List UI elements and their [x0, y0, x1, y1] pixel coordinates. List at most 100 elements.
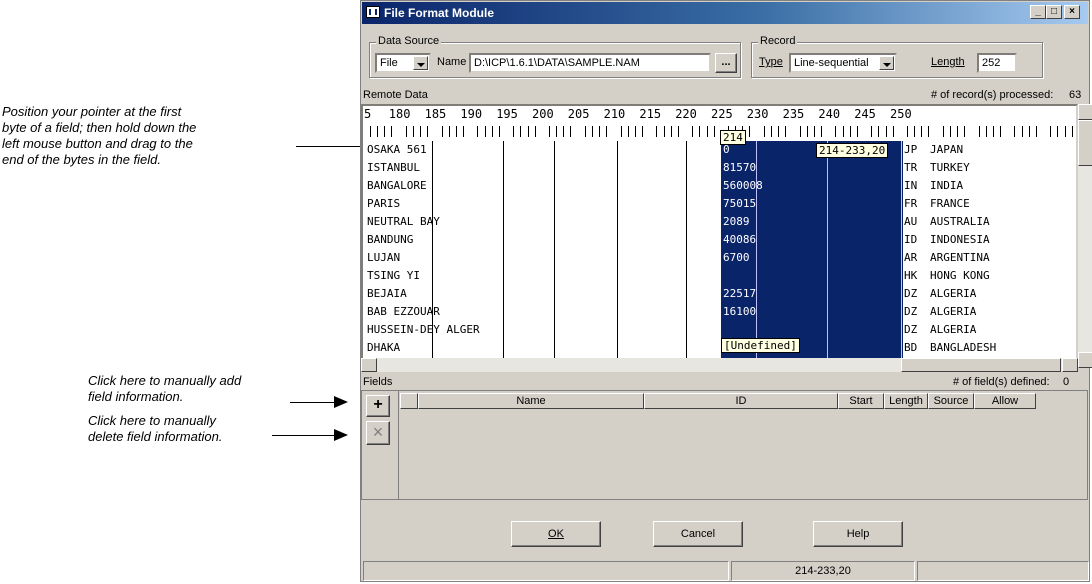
ruler-number: 185 — [424, 107, 447, 121]
help-button[interactable]: Help — [813, 521, 903, 547]
ruler-number: 195 — [496, 107, 518, 121]
source-type-select[interactable]: File — [375, 53, 431, 73]
ruler-tick — [813, 126, 815, 137]
row-country-code: AU — [904, 215, 918, 228]
vertical-scrollbar[interactable] — [1078, 104, 1092, 368]
delete-field-button[interactable]: × — [366, 421, 390, 445]
column-gridline — [686, 141, 687, 366]
add-field-button[interactable]: + — [366, 395, 390, 417]
record-type-value: Line-sequential — [794, 57, 869, 69]
callout-add-field: Click here to manually add field informa… — [88, 373, 242, 404]
ruler-tick — [520, 126, 522, 137]
column-header-length[interactable]: Length — [884, 393, 928, 409]
ruler-tick — [749, 126, 751, 137]
ruler-number: 5 — [364, 107, 372, 121]
row-country: ALGERIA — [930, 323, 977, 336]
row-country: BANGLADESH — [930, 341, 997, 354]
ruler-tick — [620, 126, 622, 137]
ruler-tick — [556, 126, 558, 137]
row-postal-code: 6700 — [723, 251, 750, 264]
row-country: TURKEY — [930, 161, 970, 174]
ruler-tick — [441, 126, 443, 137]
ruler-tick — [549, 126, 550, 137]
chevron-down-icon[interactable] — [879, 56, 894, 70]
undefined-tooltip: [Undefined] — [721, 338, 800, 353]
cancel-button[interactable]: Cancel — [653, 521, 743, 547]
horizontal-scrollbar[interactable] — [361, 358, 1078, 372]
row-city: ISTANBUL — [367, 161, 420, 174]
ruler-tick — [427, 126, 429, 137]
fields-panel: + × Name ID Start Length Source Allow — [361, 390, 1088, 500]
ruler-tick — [849, 126, 851, 137]
row-city: NEUTRAL BAY — [367, 215, 440, 228]
scroll-right-button[interactable] — [1062, 358, 1078, 372]
ruler-tick — [1071, 126, 1073, 137]
data-source-label: Data Source — [376, 35, 442, 47]
row-country: INDIA — [930, 179, 964, 192]
ruler-tick — [957, 126, 959, 137]
callout-arrowhead-delete — [334, 429, 348, 441]
horizontal-scroll-thumb[interactable] — [901, 358, 1061, 372]
ruler-tick — [692, 126, 694, 137]
scroll-left-button[interactable] — [361, 358, 377, 372]
row-country-code: DZ — [904, 323, 918, 336]
app-icon — [366, 6, 380, 18]
ruler-tick — [985, 126, 987, 137]
chevron-down-icon[interactable] — [413, 56, 428, 70]
scroll-up-button[interactable] — [1078, 104, 1092, 120]
row-city: OSAKA 561 — [367, 143, 427, 156]
ruler-tick — [663, 126, 665, 137]
name-field[interactable]: D:\ICP\1.6.1\DATA\SAMPLE.NAM — [469, 53, 711, 73]
ruler-tick — [455, 126, 457, 137]
column-gridline — [503, 141, 504, 366]
ruler-tick — [534, 126, 536, 137]
row-country: FRANCE — [930, 197, 970, 210]
ruler-tick — [599, 126, 601, 137]
ruler-number: 250 — [890, 107, 912, 121]
ruler-tick — [570, 126, 572, 137]
ruler-tick — [384, 126, 386, 137]
maximize-button[interactable]: □ — [1046, 5, 1062, 19]
row-city: BANGALORE — [367, 179, 427, 192]
length-label: Length — [931, 56, 965, 68]
row-country: JAPAN — [930, 143, 964, 156]
remote-data-grid[interactable]: 5 180 185 190 195 200 205 210 215 220 225 230 235 240… — [361, 104, 1078, 368]
start-byte-tooltip: 214 — [720, 130, 746, 145]
column-header-select[interactable] — [400, 393, 418, 409]
row-city: BEJAIA — [367, 287, 407, 300]
ruler-tick — [412, 126, 414, 137]
browse-button[interactable]: ... — [715, 53, 737, 73]
record-type-select[interactable]: Line-sequential — [789, 53, 897, 73]
ruler-number: 220 — [675, 107, 697, 121]
column-header-allow[interactable]: Allow — [974, 393, 1036, 409]
vertical-scroll-thumb[interactable] — [1078, 120, 1092, 166]
ruler-tick — [921, 126, 923, 137]
status-range: 214-233,20 — [731, 561, 915, 581]
ruler-tick — [978, 126, 980, 137]
row-postal-code: 22517 — [723, 287, 757, 300]
help-button-label: Help — [846, 528, 870, 540]
column-gridline — [554, 141, 555, 366]
length-field[interactable]: 252 — [977, 53, 1017, 73]
ruler-tick — [606, 126, 608, 137]
ruler-tick — [1050, 126, 1052, 137]
column-header-id[interactable]: ID — [644, 393, 838, 409]
ruler-tick — [1014, 126, 1016, 137]
scroll-down-button[interactable] — [1078, 352, 1092, 368]
column-header-source[interactable]: Source — [928, 393, 974, 409]
column-header-name[interactable]: Name — [418, 393, 644, 409]
minimize-button[interactable]: _ — [1030, 5, 1046, 19]
row-country-code: HK — [904, 269, 918, 282]
title-bar[interactable]: File Format Module _ □ × — [362, 2, 1088, 24]
column-header-start[interactable]: Start — [838, 393, 884, 409]
ruler-tick — [391, 126, 393, 137]
column-gridline — [756, 141, 757, 366]
column-gridline — [617, 141, 618, 366]
name-label: Name — [437, 56, 467, 68]
close-button[interactable]: × — [1064, 5, 1080, 19]
ok-button[interactable]: OK — [511, 521, 601, 547]
ruler-tick — [463, 126, 465, 137]
ruler-tick — [770, 126, 772, 137]
fields-defined-count: 0 — [1063, 376, 1070, 388]
row-postal-code: 2089 — [723, 215, 750, 228]
